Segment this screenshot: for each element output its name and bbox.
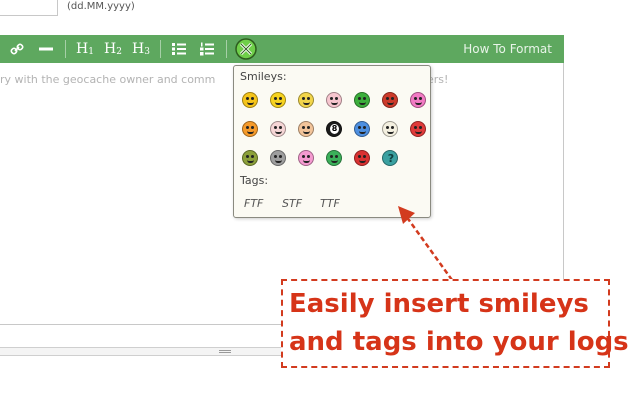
smiley-big-smile-icon[interactable] [242, 92, 258, 108]
smiley-green-face-icon[interactable] [354, 92, 370, 108]
smiley-tongue-icon[interactable] [354, 150, 370, 166]
smiley-grey-icon[interactable] [270, 150, 286, 166]
date-format-hint: (dd.MM.yyyy) [67, 1, 135, 12]
heading-1-icon: H1 [76, 41, 94, 57]
heading-2-button[interactable]: H2 [100, 35, 126, 63]
horizontal-rule-icon [39, 47, 53, 51]
heading-2-number: 2 [116, 47, 122, 57]
smiley-blush-icon[interactable] [326, 92, 342, 108]
smiley-8-ball-icon[interactable]: 8 [326, 121, 342, 137]
smiley-dizzy-icon[interactable] [382, 121, 398, 137]
heading-3-letter: H [132, 41, 145, 57]
smiley-wink-icon[interactable] [242, 121, 258, 137]
smiley-sick-icon[interactable] [242, 150, 258, 166]
smiley-kiss-icon[interactable] [298, 150, 314, 166]
link-button[interactable] [6, 35, 28, 63]
smiley-angry-icon[interactable] [410, 121, 426, 137]
heading-1-letter: H [76, 41, 89, 57]
smiley-devil-icon[interactable] [382, 92, 398, 108]
heading-2-icon: H2 [104, 41, 122, 57]
toolbar-divider [160, 40, 161, 58]
smiley-surprised-icon[interactable] [410, 92, 426, 108]
editor-toolbar: H1 H2 H3 How To Format [0, 35, 564, 63]
editor-placeholder-tail: ers! [427, 73, 449, 86]
bulleted-list-icon [172, 43, 186, 55]
page: { "form": { "date_hint": "(dd.MM.yyyy)" … [0, 0, 640, 400]
date-input[interactable] [0, 0, 58, 16]
smiley-shades-icon[interactable] [298, 92, 314, 108]
bulleted-list-button[interactable] [168, 35, 190, 63]
smiley-sad-blue-icon[interactable] [354, 121, 370, 137]
horizontal-rule-button[interactable] [35, 35, 57, 63]
smiley-popup: Smileys: 8? Tags: FTF STF TTF [233, 65, 431, 218]
tag-ttf[interactable]: TTF [320, 197, 340, 210]
tag-stf[interactable]: STF [282, 197, 302, 210]
link-icon [10, 43, 24, 55]
heading-3-icon: H3 [132, 41, 150, 57]
smileys-heading: Smileys: [240, 70, 287, 83]
toolbar-divider [65, 40, 66, 58]
smiley-cool-icon[interactable] [270, 92, 286, 108]
annotation-arrow [398, 206, 454, 281]
smiley-picker-icon [235, 38, 257, 60]
heading-2-letter: H [104, 41, 117, 57]
smiley-clown-icon[interactable] [270, 121, 286, 137]
numbered-list-button[interactable] [196, 35, 218, 63]
toolbar-divider [226, 40, 227, 58]
numbered-list-icon [200, 42, 214, 56]
heading-3-button[interactable]: H3 [128, 35, 154, 63]
smiley-question-icon[interactable]: ? [382, 150, 398, 166]
smiley-frown-icon[interactable] [326, 150, 342, 166]
tags-heading: Tags: [240, 174, 269, 187]
smiley-thinking-icon[interactable] [298, 121, 314, 137]
heading-3-number: 3 [144, 47, 150, 57]
smiley-picker-button[interactable] [233, 35, 259, 63]
tag-ftf[interactable]: FTF [244, 197, 263, 210]
annotation-text: Easily insert smileys and tags into your… [289, 289, 629, 357]
how-to-format-link[interactable]: How To Format [463, 35, 552, 63]
heading-1-number: 1 [88, 47, 94, 57]
annotation-callout: Easily insert smileys and tags into your… [281, 279, 629, 368]
heading-1-button[interactable]: H1 [72, 35, 98, 63]
resize-grip-icon[interactable] [219, 350, 231, 353]
